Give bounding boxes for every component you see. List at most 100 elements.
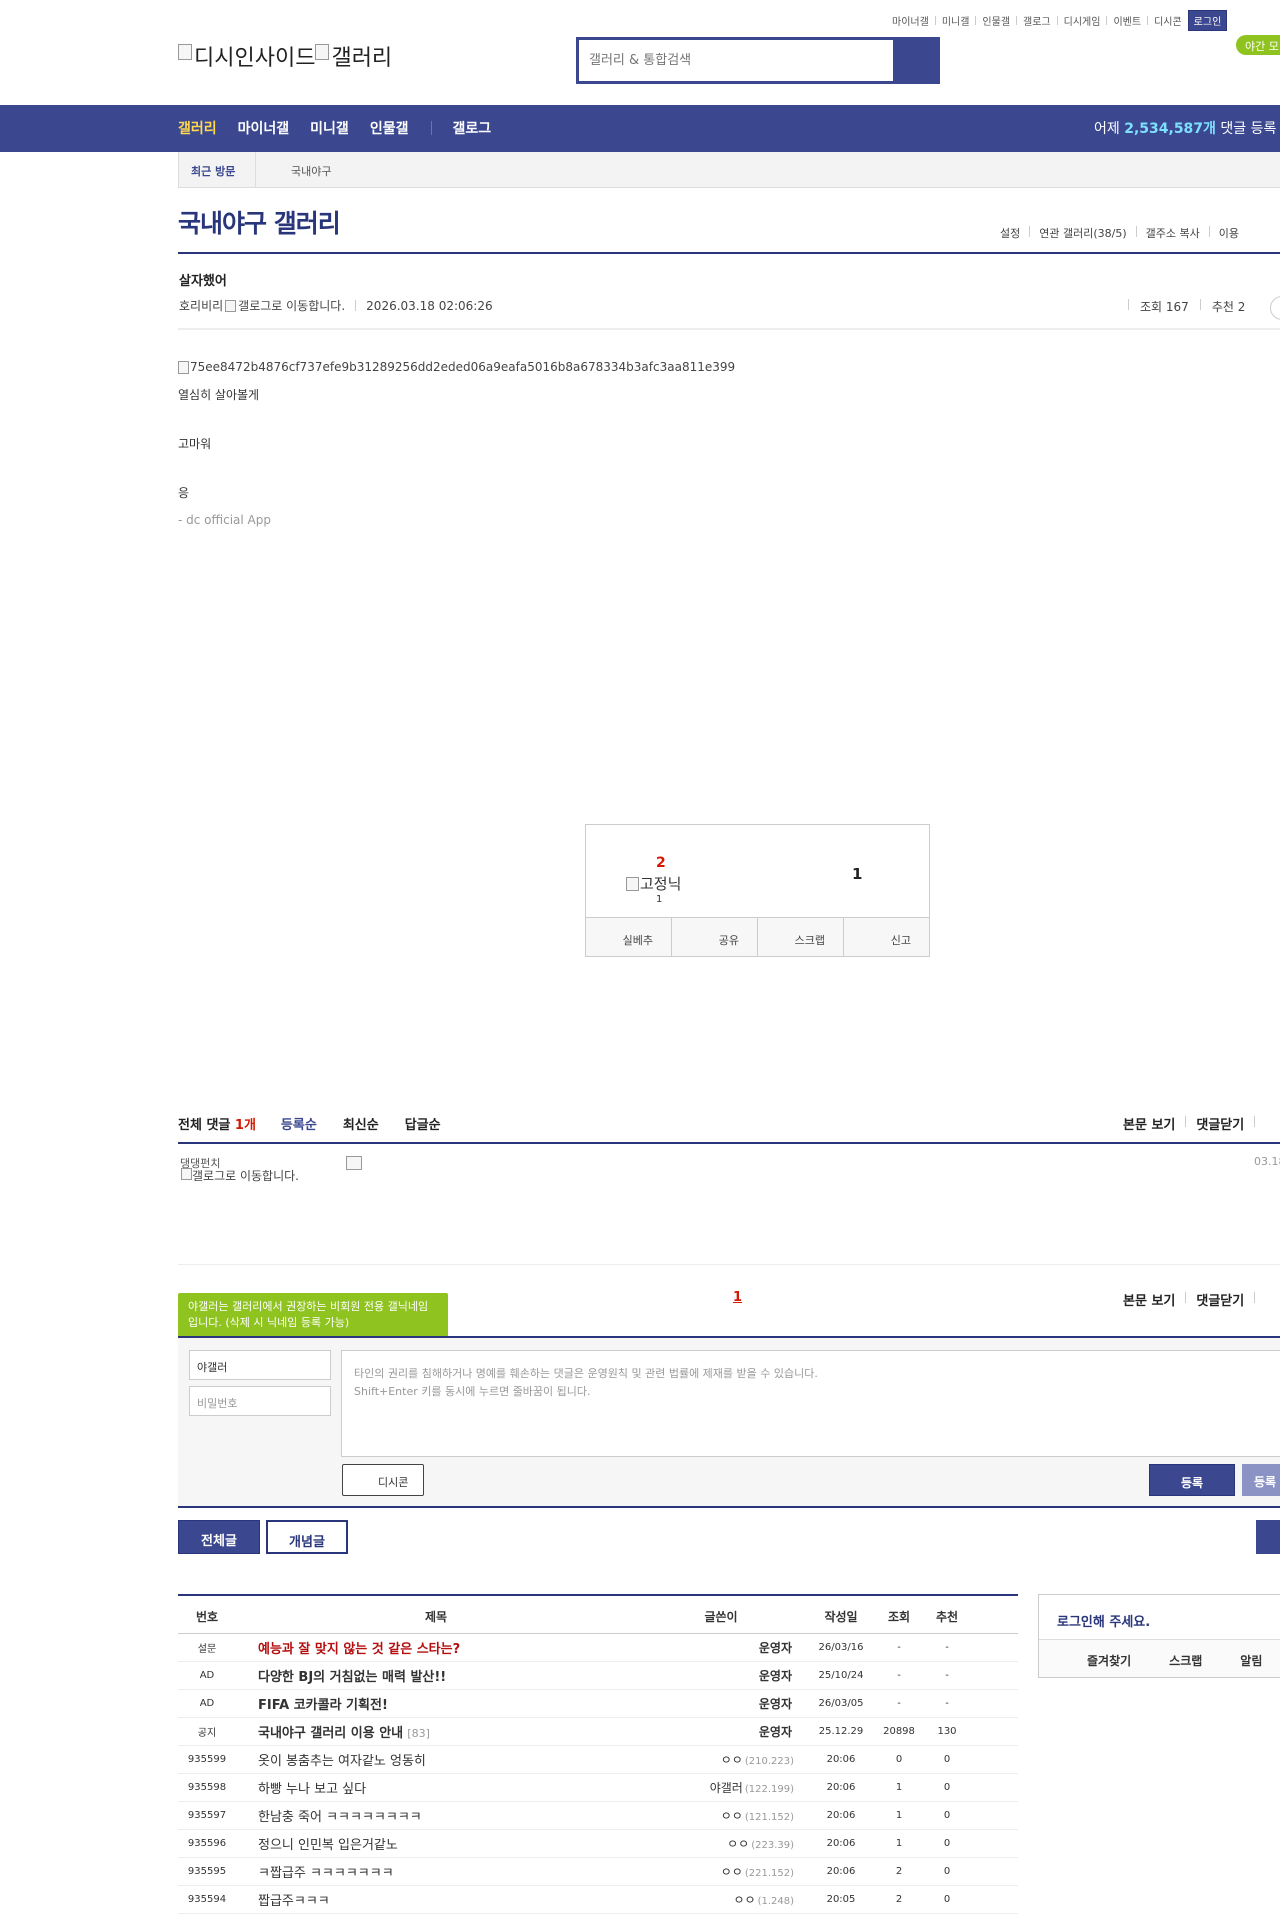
row-title[interactable]: 하빵 누나 보고 싶다	[236, 1778, 636, 1797]
report-button[interactable]: 신고	[844, 918, 929, 956]
table-row[interactable]: 935595 ㅋ짭급주 ㅋㅋㅋㅋㅋㅋㅋ ㅇㅇ (221.152) 20:06 2 0	[178, 1858, 1018, 1886]
row-title-text[interactable]: FIFA 코카콜라 기획전!	[258, 1698, 388, 1713]
tab-all-posts[interactable]: 전체글	[178, 1520, 260, 1554]
sort-registered[interactable]: 등록순	[281, 1114, 317, 1133]
table-row[interactable]: 935598 하빵 누나 보고 싶다 야갤러 (122.199) 20:06 1 0	[178, 1774, 1018, 1802]
related-gallery[interactable]: 연관 갤러리(38/5)	[1039, 225, 1126, 241]
more-options-button[interactable]	[1270, 296, 1280, 320]
row-writer[interactable]: ㅇㅇ (1.248)	[636, 1891, 806, 1908]
nav-minor[interactable]: 마이너갤	[238, 118, 290, 138]
row-writer-name[interactable]: 운영자	[759, 1669, 792, 1683]
search-button[interactable]	[893, 40, 937, 81]
row-writer-name[interactable]: 운영자	[759, 1641, 792, 1655]
submit-comment-button[interactable]: 등록	[1149, 1464, 1235, 1496]
row-title-text[interactable]: 옷이 봉춤추는 여자같노 엉동히	[258, 1754, 426, 1769]
nav-mini[interactable]: 미니갤	[310, 118, 349, 138]
comment-textarea[interactable]: 타인의 권리를 침해하거나 명예를 훼손하는 댓글은 운영원칙 및 관련 법률에…	[341, 1350, 1280, 1457]
sort-latest[interactable]: 최신순	[343, 1114, 379, 1133]
row-title-text[interactable]: 한남충 죽어 ㅋㅋㅋㅋㅋㅋㅋㅋ	[258, 1810, 422, 1825]
close-comments-button[interactable]: 댓글닫기	[1196, 1114, 1244, 1133]
row-writer[interactable]: 운영자	[636, 1695, 806, 1712]
table-row[interactable]: 설문 예능과 잘 맞지 않는 것 같은 스타는? 운영자 26/03/16 - -	[178, 1634, 1018, 1662]
gallery-title[interactable]: 국내야구 갤러리	[178, 204, 341, 240]
row-writer[interactable]: ㅇㅇ (210.223)	[636, 1751, 806, 1768]
util-gallog[interactable]: 갤로그	[1023, 13, 1051, 28]
row-writer-name[interactable]: ㅇㅇ	[721, 1753, 743, 1767]
nav-gallery[interactable]: 갤러리	[178, 118, 217, 138]
post-writer[interactable]: 호리비리	[179, 297, 223, 314]
view-post-button[interactable]: 본문 보기	[1123, 1114, 1175, 1133]
row-title[interactable]: 한남충 죽어 ㅋㅋㅋㅋㅋㅋㅋㅋ	[236, 1806, 636, 1825]
row-writer-name[interactable]: ㅇㅇ	[721, 1809, 743, 1823]
recommend-down-count[interactable]: 1	[852, 865, 862, 883]
gallery-usage[interactable]: 이용	[1219, 225, 1239, 241]
row-title-text[interactable]: 국내야구 갤러리 이용 안내	[258, 1726, 403, 1741]
row-writer-name[interactable]: 야갤러	[710, 1781, 743, 1795]
dccon-button[interactable]: 디시콘	[342, 1464, 424, 1496]
share-button[interactable]: 공유	[672, 918, 758, 956]
row-title-text[interactable]: 하빵 누나 보고 싶다	[258, 1782, 366, 1797]
util-game[interactable]: 디시게임	[1064, 13, 1101, 28]
nav-gallog[interactable]: 갤로그	[452, 118, 491, 138]
row-title[interactable]: 국내야구 갤러리 이용 안내 [83]	[236, 1722, 636, 1741]
writer-gallog-alt[interactable]: 갤로그로 이동합니다.	[238, 297, 345, 314]
copy-gallery-url[interactable]: 갤주소 복사	[1146, 225, 1200, 241]
util-minor[interactable]: 마이너갤	[892, 13, 929, 28]
close-comments-button[interactable]: 댓글닫기	[1196, 1290, 1244, 1309]
best-recommend-button[interactable]: 실베추	[586, 918, 672, 956]
util-event[interactable]: 이벤트	[1113, 13, 1141, 28]
alarm-button[interactable]: 알림	[1202, 1640, 1262, 1677]
row-title[interactable]: FIFA 코카콜라 기획전!	[236, 1694, 636, 1713]
row-writer-name[interactable]: ㅇㅇ	[733, 1893, 755, 1907]
submit-recommend-button[interactable]: 등록	[1242, 1464, 1280, 1496]
row-writer-name[interactable]: 운영자	[759, 1697, 792, 1711]
recent-visit-item[interactable]: 국내야구	[291, 163, 331, 179]
gallery-settings[interactable]: 설정	[1000, 225, 1020, 241]
comment-page-1[interactable]: 1	[733, 1290, 742, 1305]
util-person[interactable]: 인물갤	[982, 13, 1010, 28]
row-title-text[interactable]: 다양한 BJ의 거침없는 매력 발산!!	[258, 1670, 446, 1685]
favorites-button[interactable]: 즐겨찾기	[1039, 1640, 1131, 1677]
row-writer[interactable]: ㅇㅇ (121.152)	[636, 1807, 806, 1824]
comment-writer-gallog[interactable]: 갤로그로 이동합니다.	[181, 1168, 311, 1182]
row-title-text[interactable]: 예능과 잘 맞지 않는 것 같은 스타는?	[258, 1642, 460, 1657]
table-row[interactable]: 935594 짭급주ㅋㅋㅋ ㅇㅇ (1.248) 20:05 2 0	[178, 1886, 1018, 1914]
row-title[interactable]: 옷이 봉춤추는 여자같노 엉동히	[236, 1750, 636, 1769]
row-writer[interactable]: 야갤러 (122.199)	[636, 1779, 806, 1796]
table-row[interactable]: 935597 한남충 죽어 ㅋㅋㅋㅋㅋㅋㅋㅋ ㅇㅇ (121.152) 20:06 1 0	[178, 1802, 1018, 1830]
row-writer-name[interactable]: ㅇㅇ	[721, 1865, 743, 1879]
row-writer[interactable]: ㅇㅇ (223.39)	[636, 1835, 806, 1852]
row-title[interactable]: 짭급주ㅋㅋㅋ	[236, 1890, 636, 1909]
write-post-button[interactable]	[1256, 1520, 1280, 1554]
row-title[interactable]: 예능과 잘 맞지 않는 것 같은 스타는?	[236, 1638, 636, 1657]
row-title-text[interactable]: 정으니 인민복 입은거같노	[258, 1838, 398, 1853]
recommend-up-count[interactable]: 2	[656, 855, 666, 871]
row-title[interactable]: 다양한 BJ의 거침없는 매력 발산!!	[236, 1666, 636, 1685]
view-post-button[interactable]: 본문 보기	[1123, 1290, 1175, 1309]
row-writer[interactable]: 운영자	[636, 1639, 806, 1656]
login-prompt[interactable]: 로그인해 주세요.	[1057, 1611, 1150, 1630]
row-writer-name[interactable]: ㅇㅇ	[727, 1837, 749, 1851]
sort-replies[interactable]: 답글순	[405, 1114, 441, 1133]
login-button[interactable]: 로그인	[1187, 10, 1228, 31]
scrap-button[interactable]: 스크랩	[758, 918, 844, 956]
row-title[interactable]: 정으니 인민복 입은거같노	[236, 1834, 636, 1853]
row-title-text[interactable]: 짭급주ㅋㅋㅋ	[258, 1894, 330, 1909]
util-mini[interactable]: 미니갤	[942, 13, 970, 28]
nickname-field[interactable]: 야갤러	[189, 1350, 331, 1380]
table-row[interactable]: AD FIFA 코카콜라 기획전! 운영자 26/03/05 - -	[178, 1690, 1018, 1718]
table-row[interactable]: 935599 옷이 봉춤추는 여자같노 엉동히 ㅇㅇ (210.223) 20:06 0…	[178, 1746, 1018, 1774]
nav-person[interactable]: 인물갤	[370, 118, 409, 138]
row-title[interactable]: ㅋ짭급주 ㅋㅋㅋㅋㅋㅋㅋ	[236, 1862, 636, 1881]
tab-concept-posts[interactable]: 개념글	[266, 1520, 348, 1554]
night-mode-button[interactable]: 야간 모	[1236, 35, 1280, 55]
table-row[interactable]: 공지 국내야구 갤러리 이용 안내 [83] 운영자 25.12.29 20898 130	[178, 1718, 1018, 1746]
row-writer[interactable]: 운영자	[636, 1667, 806, 1684]
site-logo[interactable]: 디시인사이드 갤러리	[178, 40, 392, 72]
post-image[interactable]: 75ee8472b4876cf737efe9b31289256dd2eded06…	[178, 360, 735, 374]
table-row[interactable]: 935596 정으니 인민복 입은거같노 ㅇㅇ (223.39) 20:06 1 0	[178, 1830, 1018, 1858]
row-title-text[interactable]: ㅋ짭급주 ㅋㅋㅋㅋㅋㅋㅋ	[258, 1866, 394, 1881]
search-input[interactable]	[579, 40, 893, 81]
row-writer-name[interactable]: 운영자	[759, 1725, 792, 1739]
password-field[interactable]: 비밀번호	[189, 1386, 331, 1416]
